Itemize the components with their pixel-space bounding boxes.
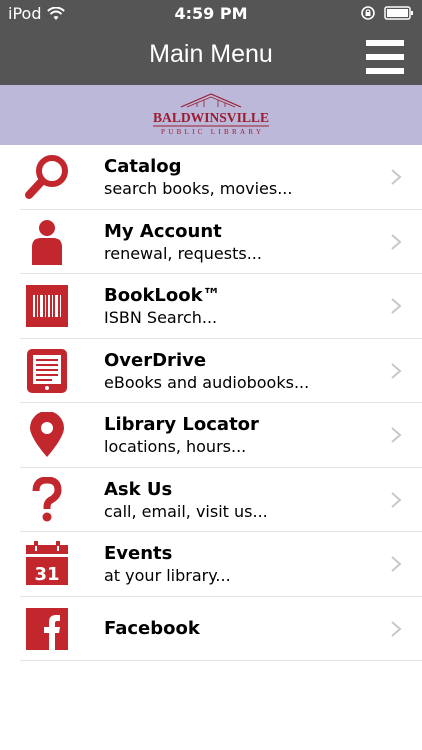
menu-item-title: Events (104, 543, 173, 564)
chevron-right-icon (391, 427, 402, 443)
status-time: 4:59 PM (174, 4, 248, 23)
page-title: Main Menu (149, 40, 273, 68)
menu-item-events[interactable]: 31 Events at your library... (0, 532, 422, 597)
menu-item-title: Library Locator (104, 414, 259, 435)
chevron-right-icon (391, 491, 402, 508)
menu-item-subtitle: eBooks and audiobooks... (104, 372, 310, 392)
logo-subtitle: PUBLIC LIBRARY (161, 128, 261, 136)
rotation-lock-icon (361, 6, 375, 20)
library-logo: BALDWINSVILLE PUBLIC LIBRARY (153, 93, 269, 136)
menu-item-title: Catalog (104, 156, 182, 177)
menu-item-subtitle: at your library... (104, 566, 231, 585)
menu-item-overdrive[interactable]: OverDrive eBooks and audiobooks... (0, 339, 422, 404)
nav-bar: Main Menu (0, 28, 422, 85)
ebook-reader-icon (27, 348, 67, 393)
menu-item-subtitle: ISBN Search... (104, 308, 218, 327)
status-bar: iPod 4:59 PM (0, 0, 422, 28)
chevron-right-icon (391, 620, 402, 637)
barcode-icon (26, 285, 68, 327)
menu-item-catalog[interactable]: Catalog search books, movies... (0, 145, 422, 210)
menu-item-library-locator[interactable]: Library Locator locations, hours... (0, 403, 422, 468)
chevron-right-icon (391, 362, 402, 379)
hamburger-menu-button[interactable] (366, 38, 404, 76)
question-mark-icon (32, 476, 62, 521)
person-icon (32, 219, 62, 265)
chevron-right-icon (391, 233, 402, 250)
facebook-icon (26, 607, 68, 650)
chevron-right-icon (391, 169, 402, 185)
logo-title: BALDWINSVILLE (153, 111, 269, 126)
menu-item-title: Ask Us (104, 478, 173, 500)
menu-item-title: Facebook (104, 617, 200, 639)
chevron-right-icon (391, 556, 402, 572)
menu-item-subtitle: renewal, requests... (104, 243, 262, 263)
menu-item-my-account[interactable]: My Account renewal, requests... (0, 210, 422, 275)
location-pin-icon (30, 412, 64, 457)
calendar-day: 31 (34, 564, 59, 585)
status-icons (360, 5, 414, 21)
menu-item-title: BookLook™ (104, 285, 221, 306)
calendar-icon: 31 (26, 541, 68, 585)
menu-item-ask-us[interactable]: Ask Us call, email, visit us... (0, 468, 422, 533)
main-menu-list: Catalog search books, movies... My Accou… (0, 145, 422, 661)
menu-item-title: OverDrive (104, 349, 207, 371)
menu-item-facebook[interactable]: Facebook (0, 597, 422, 662)
chevron-right-icon (391, 298, 402, 314)
menu-item-subtitle: search books, movies... (104, 179, 293, 198)
hamburger-icon (366, 40, 404, 74)
menu-item-subtitle: locations, hours... (104, 437, 247, 456)
menu-item-subtitle: call, email, visit us... (104, 501, 268, 521)
menu-item-title: My Account (104, 220, 222, 242)
library-banner: BALDWINSVILLE PUBLIC LIBRARY (0, 85, 422, 145)
magnifier-icon (25, 155, 68, 199)
battery-icon (384, 6, 413, 20)
menu-item-booklook[interactable]: BookLook™ ISBN Search... (0, 274, 422, 339)
